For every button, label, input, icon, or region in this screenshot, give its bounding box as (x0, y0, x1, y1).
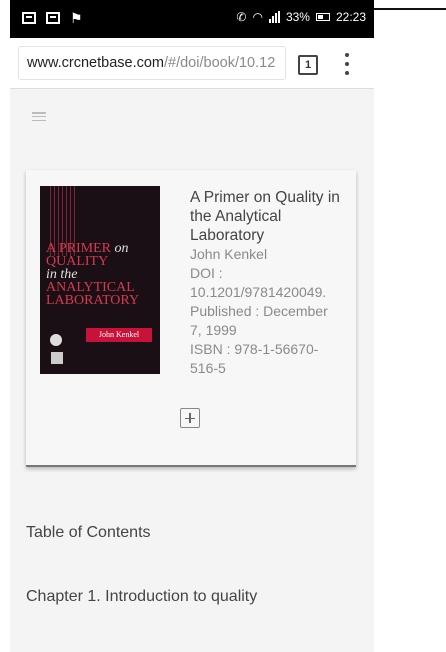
phone-screen: ⚑ ✆ ◠ 33% 22:23 www.crcnetbase.com/#/doi… (10, 0, 374, 652)
battery-icon (315, 13, 330, 21)
book-card: A PRIMER on QUALITY in the ANALYTICAL LA… (26, 170, 356, 467)
tab-switcher-button[interactable]: 1 (298, 55, 318, 75)
doi-label: DOI : (190, 265, 223, 281)
book-title[interactable]: A Primer on Quality in the Analytical La… (190, 188, 350, 245)
flag-icon: ⚑ (70, 10, 83, 26)
book-info: A Primer on Quality in the Analytical La… (190, 188, 350, 378)
isbn: 516-5 (190, 360, 226, 376)
expand-plus-icon[interactable] (180, 408, 200, 428)
publisher-seal-icon (50, 334, 62, 346)
screen-icon (22, 12, 36, 24)
book-author: John Kenkel (190, 246, 268, 262)
phone-icon: ✆ (236, 10, 247, 24)
wifi-icon: ◠ (252, 10, 263, 24)
published-date: 7, 1999 (190, 322, 237, 338)
cover-title-line: on (110, 241, 129, 256)
publisher-logo-icon (51, 352, 63, 364)
clock: 22:23 (335, 10, 366, 24)
battery-percent: 33% (285, 10, 310, 24)
status-right-icons: ✆ ◠ 33% 22:23 (236, 10, 366, 24)
doi-value: 10.1201/9781420049. (190, 284, 327, 300)
overflow-menu-button[interactable] (344, 53, 350, 75)
divider (374, 8, 446, 10)
mail-icon (46, 12, 60, 24)
status-bar: ⚑ ✆ ◠ 33% 22:23 (10, 0, 374, 38)
chapter-1-link[interactable]: Chapter 1. Introduction to quality (26, 588, 257, 606)
published-date: Published : December (190, 303, 328, 319)
cover-title-line: LABORATORY (46, 293, 140, 308)
browser-toolbar: www.crcnetbase.com/#/doi/book/10.12 1 (10, 38, 374, 89)
cover-author: John Kenkel (86, 328, 152, 342)
url-bar[interactable]: www.crcnetbase.com/#/doi/book/10.12 (18, 46, 286, 80)
url-host: www.crcnetbase.com (27, 55, 164, 71)
status-left-icons: ⚑ (22, 11, 83, 25)
cover-title: A PRIMER on QUALITY in the ANALYTICAL LA… (46, 241, 156, 308)
signal-icon (268, 11, 280, 23)
table-of-contents-heading: Table of Contents (26, 524, 151, 541)
book-cover[interactable]: A PRIMER on QUALITY in the ANALYTICAL LA… (40, 186, 160, 374)
url-path: /#/doi/book/10.12 (164, 55, 276, 71)
menu-icon[interactable] (32, 112, 46, 121)
isbn: ISBN : 978-1-56670- (190, 341, 319, 357)
